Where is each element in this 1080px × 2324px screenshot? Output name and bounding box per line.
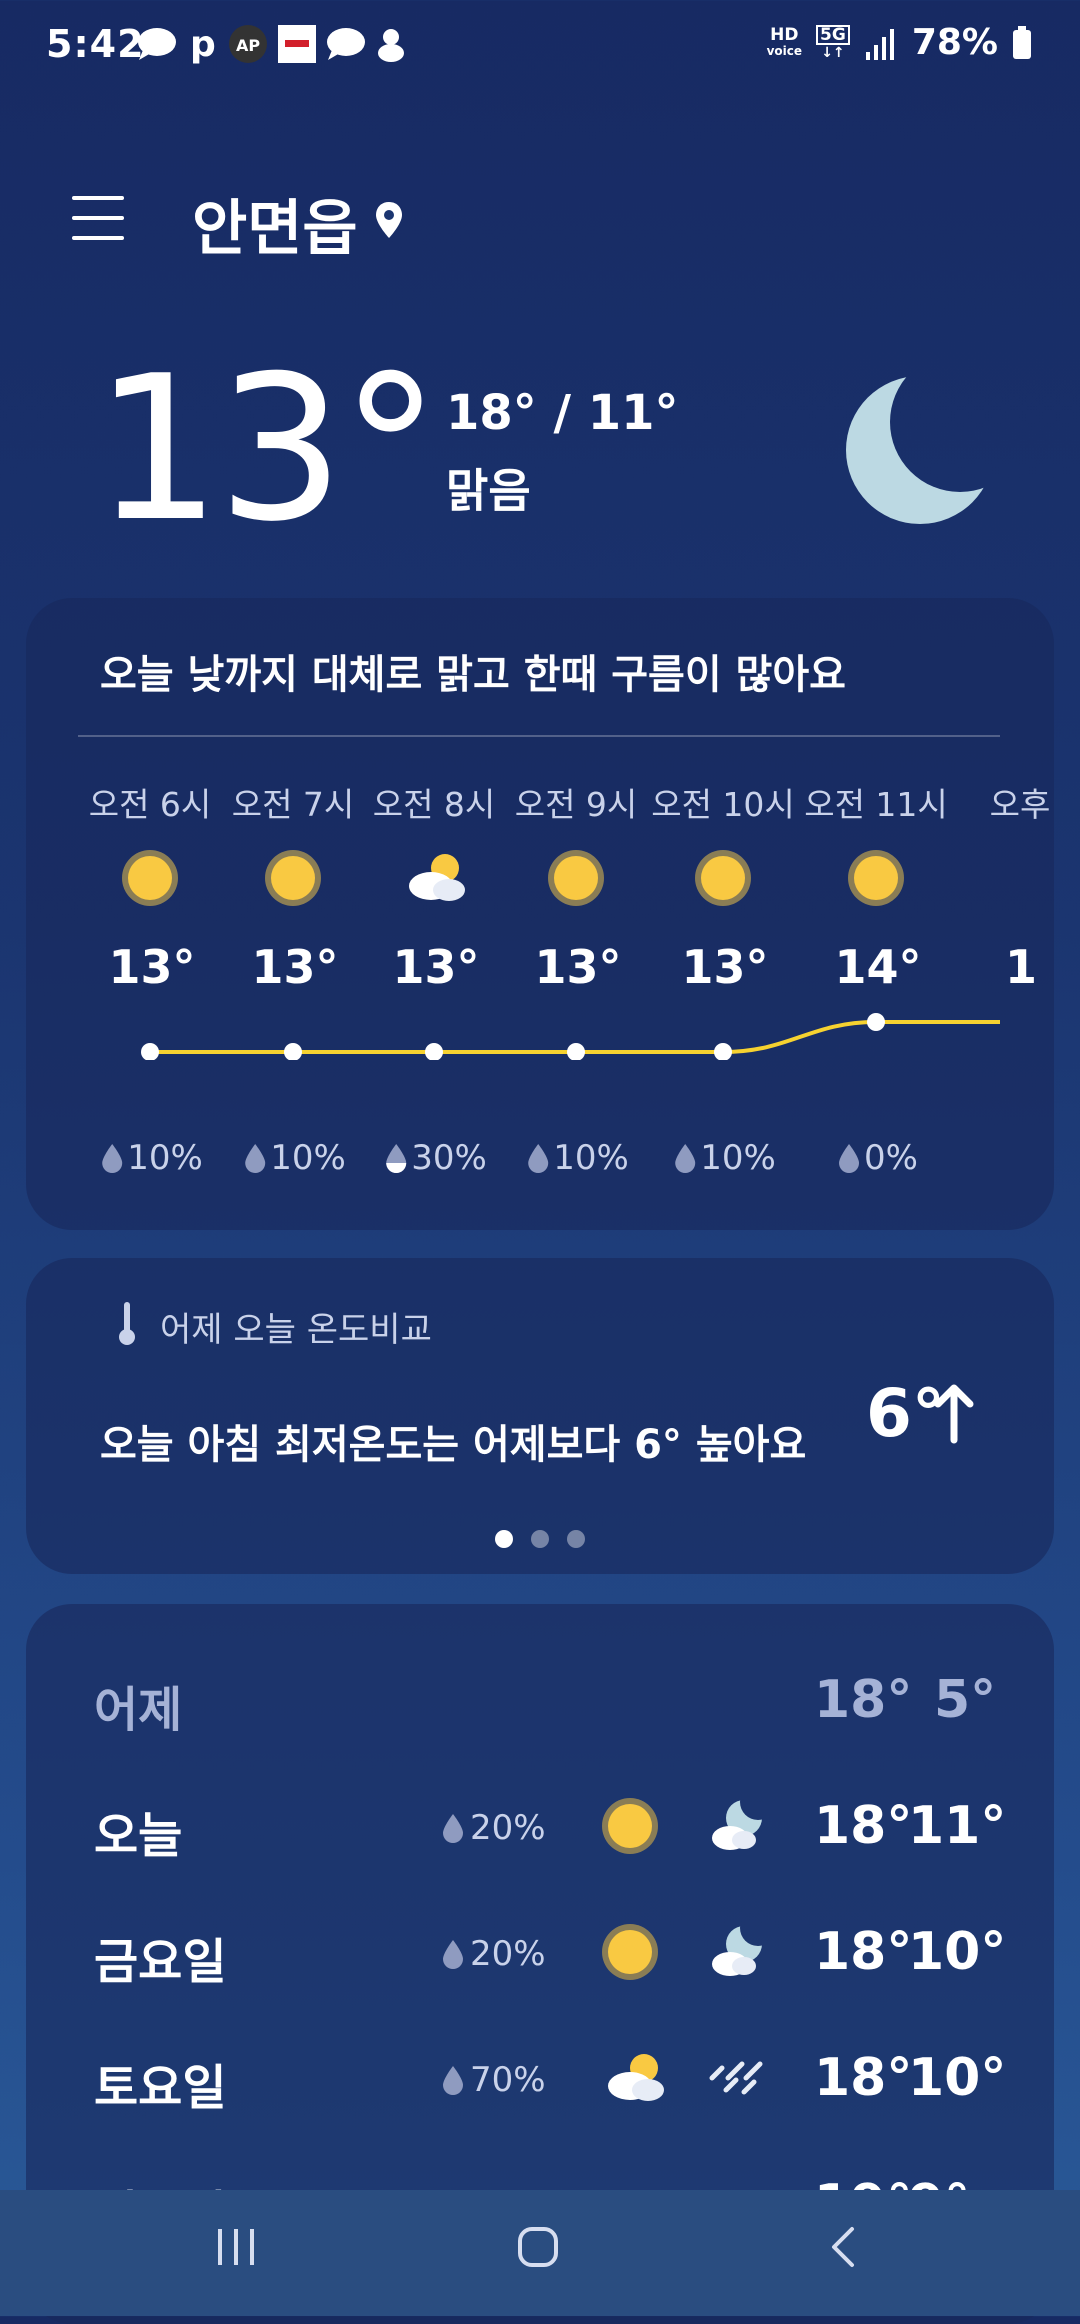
yesterday-row: 어제 18° 5° [0, 1670, 1080, 1760]
day-name: 금요일 [94, 1934, 227, 1990]
hourly-time: 오전 11시 [804, 785, 948, 824]
day-high: 18° [814, 1922, 913, 1982]
day-name: 오늘 [94, 1808, 183, 1864]
daily-row-sunday[interactable]: 일요일 19° 9° [0, 2174, 1080, 2190]
raindrop-icon [443, 1814, 463, 1843]
day-name: 어제 [94, 1682, 183, 1738]
home-button[interactable] [516, 2225, 560, 2269]
hourly-precip: 30% [385, 1138, 487, 1178]
day-precip: 20% [442, 1808, 546, 1848]
hourly-temperature-graph [141, 1013, 1000, 1060]
hourly-precip: 10% [674, 1138, 776, 1178]
hourly-time: 오전 7시 [231, 785, 355, 824]
raindrop-icon [839, 1144, 860, 1173]
page-indicator-dot[interactable] [531, 1530, 549, 1548]
partly-cloudy-icon [409, 854, 465, 901]
raindrop-icon [102, 1144, 123, 1173]
day-precip: 70% [442, 2060, 546, 2100]
hourly-precip: 0% [838, 1138, 918, 1178]
raindrop-icon [675, 1144, 696, 1173]
hourly-time: 오전 10시 [651, 785, 795, 824]
hourly-time: 오전 6시 [88, 785, 212, 824]
recent-apps-button[interactable] [214, 2225, 258, 2269]
sun-icon [602, 1798, 658, 1854]
raindrop-icon [528, 1144, 549, 1173]
back-button[interactable] [822, 2225, 866, 2269]
sun-icon [602, 1924, 658, 1980]
raindrop-icon [443, 1940, 463, 1969]
day-precip: 20% [442, 1934, 546, 1974]
sun-icon [265, 850, 321, 906]
day-low: 10° [908, 1922, 1007, 1982]
hourly-list[interactable]: 오전 6시 오전 7시 오전 8시 오전 9시 오전 10시 오전 11시 오후… [0, 0, 1054, 1230]
day-high: 19° [814, 2174, 912, 2190]
hourly-precip: 10% [244, 1138, 346, 1178]
day-low: 10° [908, 2048, 1007, 2108]
arrow-up-icon [934, 1384, 974, 1444]
partly-cloudy-icon [608, 2054, 664, 2101]
raindrop-icon [245, 1144, 266, 1173]
day-low: 5° [934, 1670, 997, 1730]
daily-row-friday[interactable]: 금요일 20% 18° 10° [0, 1922, 1080, 2012]
sun-icon [848, 850, 904, 906]
day-low: 11° [908, 1796, 1007, 1856]
day-high: 18° [814, 1670, 913, 1730]
daily-row-today[interactable]: 오늘 20% 18° 11° [0, 1796, 1080, 1886]
rain-icon [709, 2061, 763, 2095]
compare-label: 어제 오늘 온도비교 [160, 1310, 432, 1350]
day-name: 일요일 [94, 2174, 226, 2190]
hourly-time: 오전 8시 [372, 785, 496, 824]
page-indicator-dot[interactable] [567, 1530, 585, 1548]
hourly-time: 오후 [989, 785, 1051, 824]
day-high: 18° [814, 2048, 913, 2108]
page-indicator-dot-active[interactable] [495, 1530, 513, 1548]
daily-row-saturday[interactable]: 토요일 70% 18° 10° [0, 2048, 1080, 2138]
thermometer-icon [119, 1302, 135, 1345]
raindrop-half-icon [386, 1144, 407, 1173]
sun-icon [548, 850, 604, 906]
sun-icon [695, 850, 751, 906]
day-high: 18° [814, 1796, 913, 1856]
hourly-precip: 10% [101, 1138, 203, 1178]
hourly-precip: 10% [527, 1138, 629, 1178]
day-low: 9° [908, 2174, 970, 2190]
compare-text: 오늘 아침 최저온도는 어제보다 6° 높아요 [100, 1422, 807, 1468]
sun-icon [122, 850, 178, 906]
cloudy-night-icon [712, 1800, 762, 1850]
cloudy-night-icon [712, 1926, 762, 1976]
raindrop-icon [443, 2066, 463, 2095]
day-name: 토요일 [94, 2060, 227, 2116]
hourly-time: 오전 9시 [514, 785, 638, 824]
